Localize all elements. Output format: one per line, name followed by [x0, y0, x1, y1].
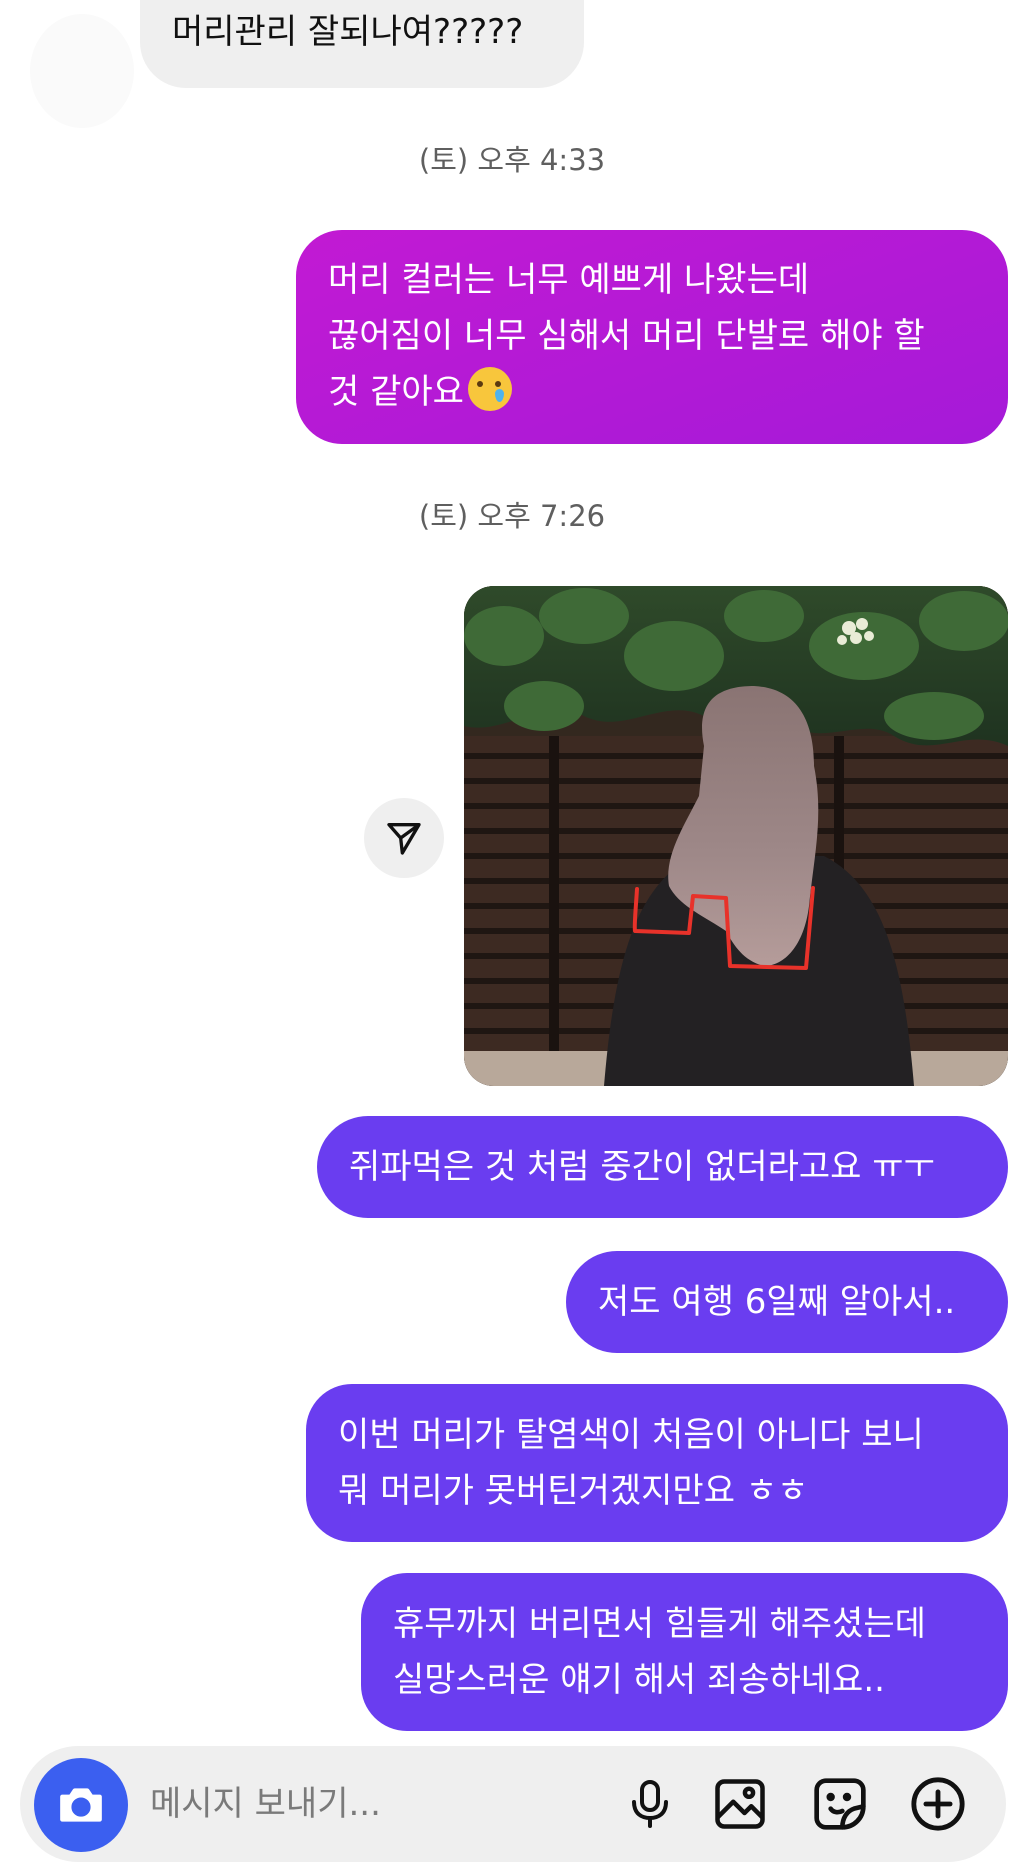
received-message[interactable]: 머리관리 잘되나여????? — [140, 0, 584, 88]
shared-photo[interactable] — [464, 586, 1008, 1086]
message-text: 쥐파먹은 것 처럼 중간이 없더라고요 ㅠㅜ — [349, 1147, 935, 1187]
sent-message[interactable]: 머리 컬러는 너무 예쁘게 나왔는데 끊어짐이 너무 심해서 머리 단발로 해야… — [296, 230, 1008, 444]
message-line: 뭐 머리가 못버틴거겠지만요 ㅎㅎ — [338, 1471, 809, 1511]
message-line: 끊어짐이 너무 심해서 머리 단발로 해야 할 — [328, 316, 925, 356]
message-text: 머리관리 잘되나여????? — [172, 12, 524, 52]
microphone-button[interactable] — [620, 1774, 680, 1834]
send-icon — [387, 823, 421, 855]
sent-message[interactable]: 저도 여행 6일째 알아서.. — [566, 1251, 1008, 1353]
message-text: 저도 여행 6일째 알아서.. — [598, 1282, 956, 1322]
sticker-icon — [814, 1778, 866, 1830]
sticker-button[interactable] — [810, 1774, 870, 1834]
gallery-button[interactable] — [710, 1774, 770, 1834]
message-line: 것 같아요 — [328, 372, 464, 412]
message-line: 실망스러운 얘기 해서 죄송하네요.. — [393, 1660, 885, 1700]
crying-face-emoji-icon — [467, 367, 512, 411]
message-line: 이번 머리가 탈염색이 처음이 아니다 보니 — [338, 1415, 924, 1455]
sent-message[interactable]: 휴무까지 버리면서 힘들게 해주셨는데 실망스러운 얘기 해서 죄송하네요.. — [361, 1573, 1008, 1731]
more-options-button[interactable] — [908, 1774, 968, 1834]
timestamp: (토) 오후 7:26 — [418, 499, 606, 533]
timestamp: (토) 오후 4:33 — [418, 143, 606, 177]
message-line: 휴무까지 버리면서 힘들게 해주셨는데 — [393, 1604, 926, 1644]
microphone-icon — [632, 1780, 668, 1828]
message-composer — [20, 1746, 1006, 1862]
sent-message[interactable]: 쥐파먹은 것 처럼 중간이 없더라고요 ㅠㅜ — [317, 1116, 1008, 1218]
camera-button[interactable] — [34, 1758, 128, 1852]
message-input[interactable] — [150, 1772, 590, 1836]
gallery-icon — [715, 1779, 765, 1829]
plus-circle-icon — [911, 1777, 965, 1831]
camera-icon — [60, 1788, 102, 1822]
message-line: 머리 컬러는 너무 예쁘게 나왔는데 — [328, 260, 810, 300]
contact-avatar[interactable] — [30, 14, 134, 128]
share-button[interactable] — [364, 798, 444, 878]
photo-hair-back-view — [464, 586, 1008, 1086]
message-line-with-emoji: 것 같아요 — [328, 364, 976, 420]
sent-message[interactable]: 이번 머리가 탈염색이 처음이 아니다 보니 뭐 머리가 못버틴거겠지만요 ㅎㅎ — [306, 1384, 1008, 1542]
